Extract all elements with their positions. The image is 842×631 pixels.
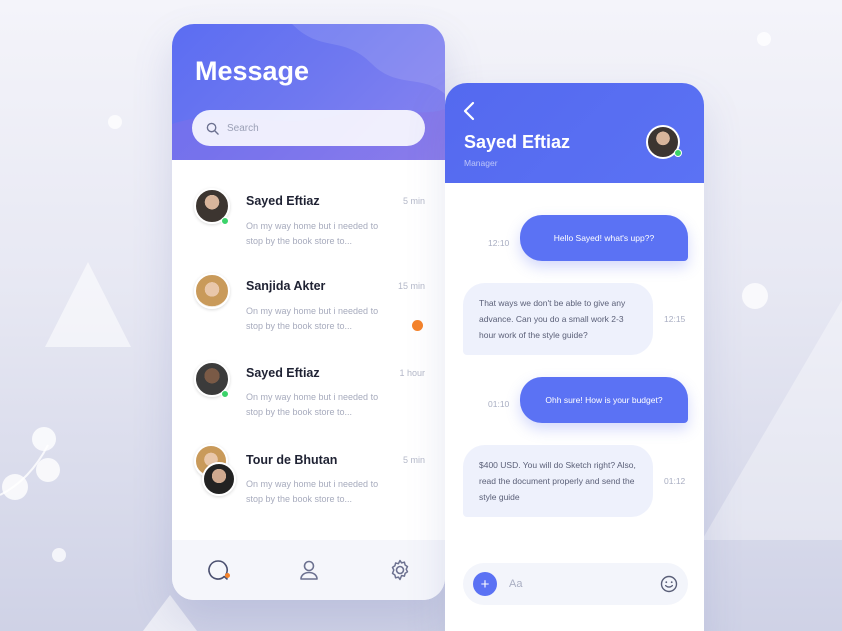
message-preview: On my way home but i needed to stop by t… (246, 392, 379, 417)
user-icon (299, 560, 318, 580)
contact-name: Sayed Eftiaz (246, 194, 320, 208)
chat-contact-role: Manager (464, 158, 498, 168)
message-text: Hello Sayed! what's upp?? (553, 233, 655, 243)
plus-icon: + (480, 575, 490, 593)
conversation-item[interactable]: Tour de Bhutan 5 min On my way home but … (172, 436, 445, 516)
message-time: 5 min (402, 196, 425, 206)
contact-name: Sayed Eftiaz (246, 366, 320, 380)
gear-icon (391, 559, 408, 581)
chat-contact-name: Sayed Eftiaz (464, 132, 571, 152)
message-time: 15 min (397, 281, 425, 291)
outgoing-message-bubble: Ohh sure! How is your budget? (520, 377, 688, 423)
background-dot (742, 283, 768, 309)
bottom-navigation (172, 540, 445, 600)
nav-chats-button[interactable] (202, 554, 234, 586)
message-time: 01:10 (488, 399, 510, 409)
nav-settings-button[interactable] (384, 554, 416, 586)
background-branch (0, 427, 60, 500)
conversation-item[interactable]: Sayed Eftiaz 1 hour On my way home but i… (172, 349, 445, 429)
incoming-message-bubble: $400 USD. You will do Sketch right? Also… (463, 445, 653, 517)
background-dot (108, 115, 122, 129)
message-input[interactable] (509, 578, 649, 590)
add-attachment-button[interactable]: + (473, 572, 497, 596)
avatar (202, 462, 236, 496)
chat-icon (207, 560, 228, 580)
back-arrow-icon[interactable] (461, 101, 479, 121)
search-icon (206, 122, 219, 135)
message-time: 5 min (402, 455, 425, 465)
chat-screen: Sayed Eftiaz Manager 12:10 Hello Sayed! … (445, 83, 704, 631)
message-preview: On my way home but i needed to stop by t… (246, 479, 379, 504)
inbox-screen: Message Sayed Eftiaz 5 min On my way hom… (172, 24, 445, 600)
online-status-dot (674, 149, 682, 157)
message-composer: + (463, 563, 688, 605)
inbox-header: Message (172, 24, 445, 160)
incoming-message-bubble: That ways we don't be able to give any a… (463, 283, 653, 355)
message-time: 01:12 (664, 476, 686, 486)
background-triangle (140, 595, 200, 631)
conversation-item[interactable]: Sayed Eftiaz 5 min On my way home but i … (172, 176, 445, 256)
message-preview: On my way home but i needed to stop by t… (246, 221, 379, 246)
nav-profile-button[interactable] (293, 554, 325, 586)
search-input[interactable] (227, 122, 397, 134)
conversation-item[interactable]: Sanjida Akter 15 min On my way home but … (172, 262, 445, 342)
message-text: That ways we don't be able to give any a… (479, 298, 626, 340)
message-time: 1 hour (399, 368, 425, 378)
contact-name: Tour de Bhutan (246, 453, 338, 467)
online-status-dot (221, 390, 229, 398)
active-indicator-dot (224, 573, 230, 578)
unread-indicator (412, 320, 423, 331)
message-time: 12:10 (488, 238, 510, 248)
background-mountain (702, 300, 842, 540)
emoji-icon[interactable] (660, 575, 678, 593)
search-bar[interactable] (192, 110, 425, 146)
background-triangle (45, 262, 131, 347)
background-dot (52, 548, 66, 562)
message-time: 12:15 (664, 314, 686, 324)
message-text: $400 USD. You will do Sketch right? Also… (479, 460, 636, 502)
avatar (194, 273, 230, 309)
outgoing-message-bubble: Hello Sayed! what's upp?? (520, 215, 688, 261)
message-text: Ohh sure! How is your budget? (545, 395, 663, 405)
contact-name: Sanjida Akter (246, 279, 326, 293)
message-preview: On my way home but i needed to stop by t… (246, 306, 379, 331)
page-title: Message (195, 56, 310, 86)
chat-header: Sayed Eftiaz Manager (445, 83, 704, 183)
online-status-dot (221, 217, 229, 225)
background-dot (757, 32, 771, 46)
